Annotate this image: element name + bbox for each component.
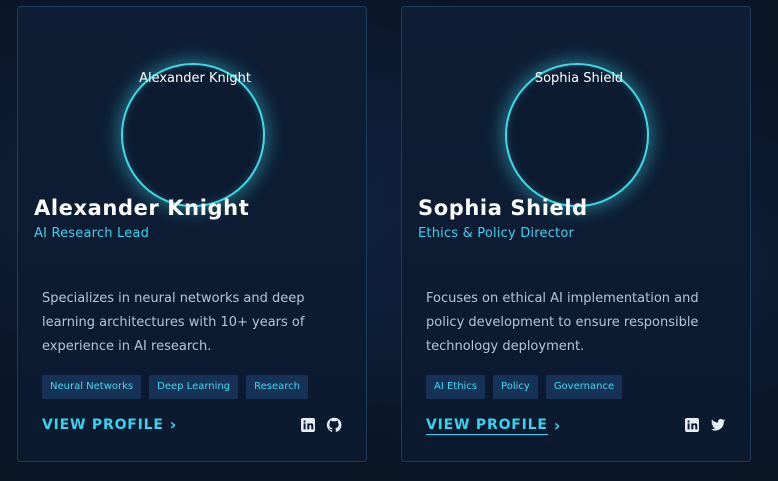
tag: Policy xyxy=(493,375,538,399)
linkedin-icon[interactable] xyxy=(300,417,316,433)
avatar-alt-text: Alexander Knight xyxy=(139,71,251,86)
tag-list: Neural Networks Deep Learning Research xyxy=(42,375,308,399)
tag: Deep Learning xyxy=(149,375,239,399)
chevron-right-icon: › xyxy=(553,416,562,435)
chevron-right-icon: › xyxy=(169,415,178,434)
member-name: Sophia Shield xyxy=(418,196,588,220)
member-bio: Specializes in neural networks and deep … xyxy=(42,291,305,354)
member-bio: Focuses on ethical AI implementation and… xyxy=(426,291,699,354)
avatar: Alexander Knight xyxy=(121,63,265,207)
member-role: AI Research Lead xyxy=(34,226,150,241)
github-icon[interactable] xyxy=(326,417,342,433)
tag: AI Ethics xyxy=(426,375,486,399)
team-card-sophia: Sophia Shield Sophia Shield Ethics & Pol… xyxy=(401,6,751,462)
tag: Governance xyxy=(545,375,623,399)
tag: Neural Networks xyxy=(42,375,142,399)
linkedin-icon[interactable] xyxy=(684,417,700,433)
avatar: Sophia Shield xyxy=(505,63,649,207)
view-profile-link[interactable]: VIEW PROFILE › xyxy=(42,415,178,434)
view-profile-label: VIEW PROFILE xyxy=(42,417,164,433)
social-links xyxy=(300,417,342,433)
avatar-alt-text: Sophia Shield xyxy=(534,71,624,86)
view-profile-label: VIEW PROFILE xyxy=(426,417,548,435)
team-card-alexander: Alexander Knight Alexander Knight AI Res… xyxy=(17,6,367,462)
tag: Research xyxy=(246,375,308,399)
twitter-icon[interactable] xyxy=(710,417,726,433)
member-name: Alexander Knight xyxy=(34,196,250,220)
tag-list: AI Ethics Policy Governance xyxy=(426,375,623,399)
social-links xyxy=(684,417,726,433)
view-profile-link[interactable]: VIEW PROFILE › xyxy=(426,417,561,435)
member-role: Ethics & Policy Director xyxy=(418,226,575,241)
